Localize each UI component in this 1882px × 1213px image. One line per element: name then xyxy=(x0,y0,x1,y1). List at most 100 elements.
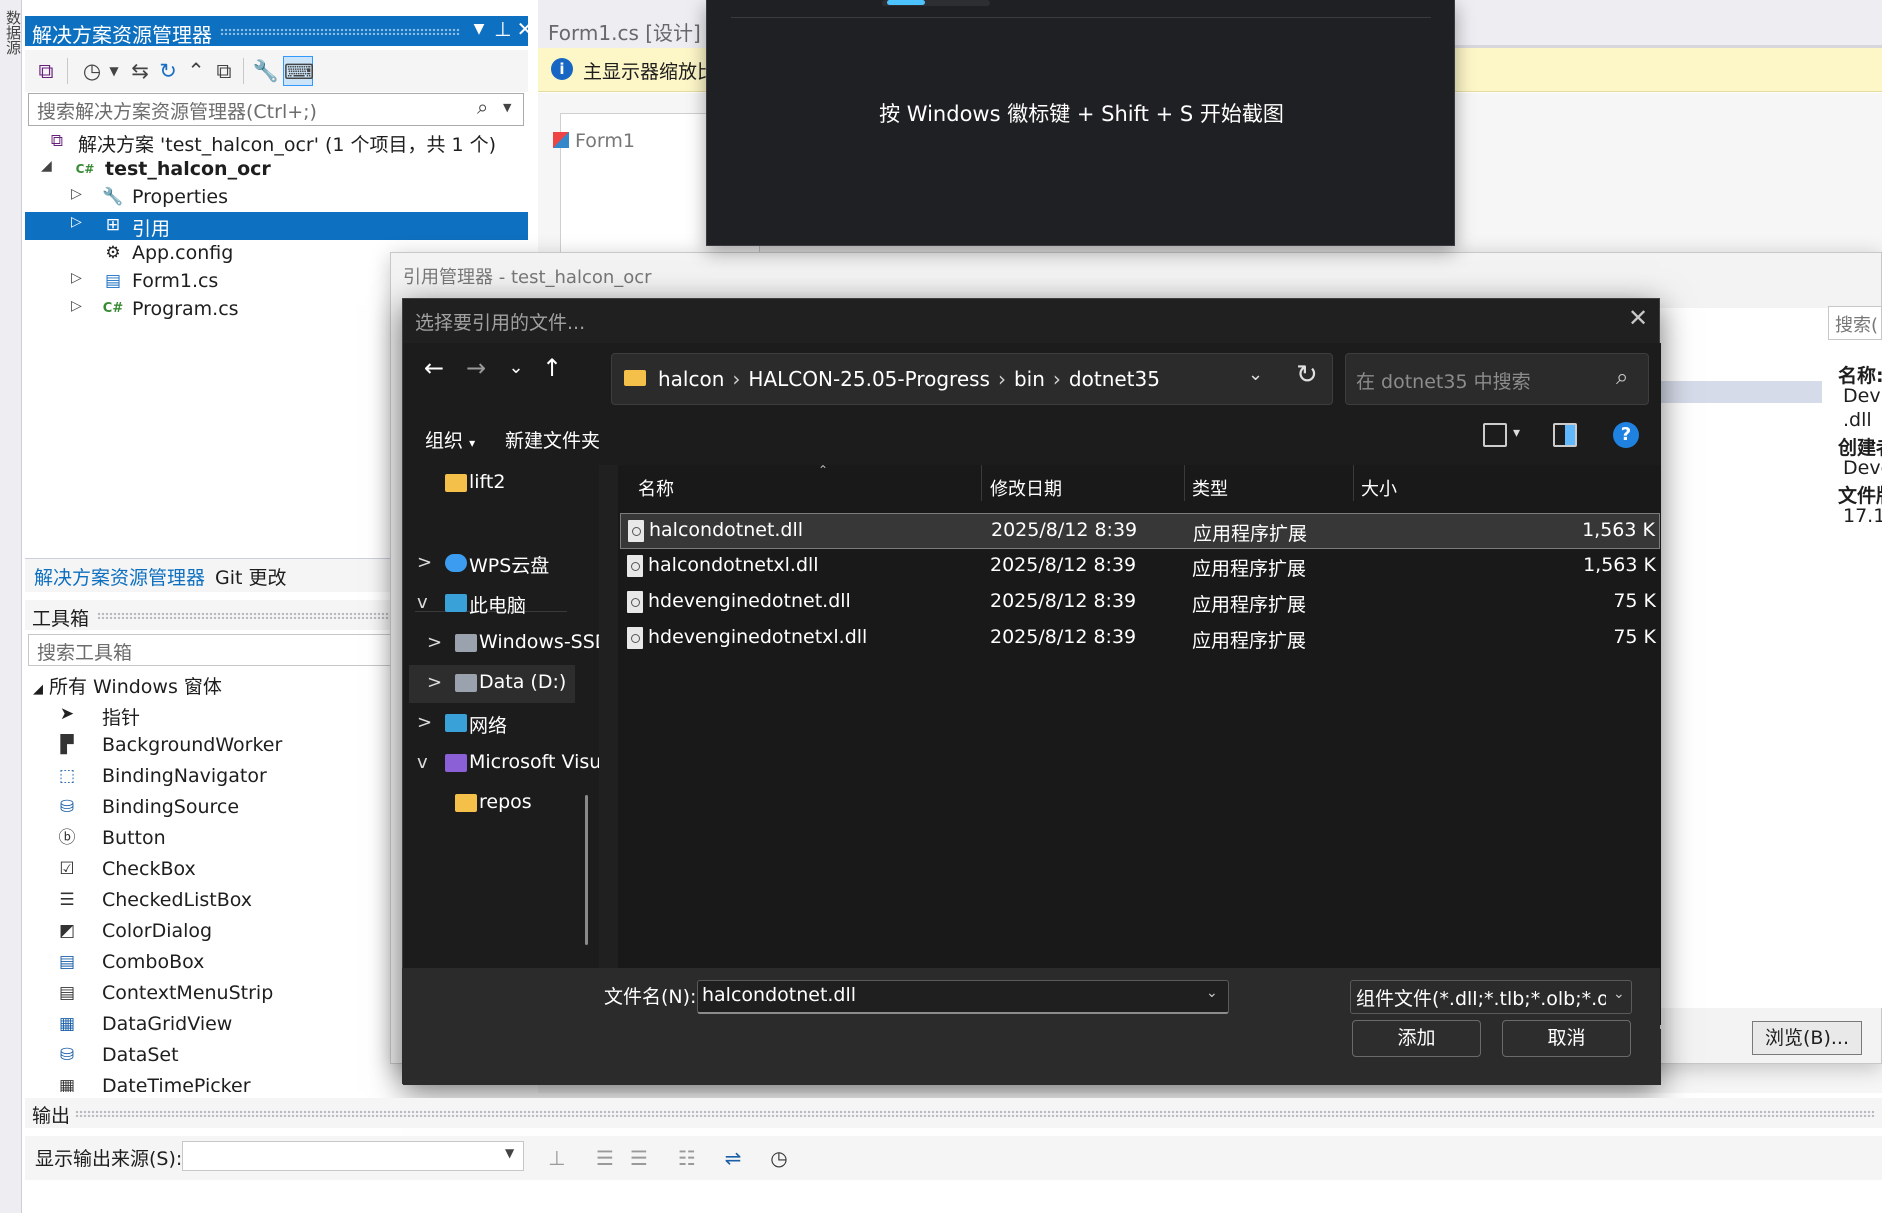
address-dropdown-icon[interactable]: ⌄ xyxy=(1248,364,1263,385)
reference-search-input[interactable]: 搜索( xyxy=(1828,306,1882,340)
new-folder-button[interactable]: 新建文件夹 xyxy=(505,426,600,453)
toolbox-item-label: DateTimePicker xyxy=(102,1075,251,1092)
organize-button[interactable]: 组织 ▾ xyxy=(425,426,475,453)
tree-solution-node[interactable]: ⧉ 解决方案 'test_halcon_ocr' (1 个项目，共 1 个) xyxy=(25,128,528,156)
chevron-right-icon[interactable]: > xyxy=(427,632,442,653)
drive-icon xyxy=(455,634,477,652)
refresh-icon[interactable]: ↻ xyxy=(153,56,183,86)
info-version-label: 文件版 xyxy=(1838,485,1882,507)
toolbox-group-header[interactable]: ◢ 所有 Windows 窗体 xyxy=(33,672,222,699)
column-header-name[interactable]: 名称 xyxy=(638,475,674,501)
sync-icon[interactable]: ⇆ xyxy=(125,56,155,86)
word-wrap-icon[interactable]: ⇌ xyxy=(720,1145,746,1171)
show-all-files-icon[interactable]: ⧉ xyxy=(209,56,239,86)
solution-explorer-search-input[interactable]: 搜索解决方案资源管理器(Ctrl+;) ⌕ ▼ xyxy=(28,93,524,126)
snipping-hint-text: 按 Windows 徽标键 + Shift + S 开始截图 xyxy=(879,102,1284,126)
forward-arrow-icon[interactable]: → xyxy=(459,353,493,387)
properties-wrench-icon[interactable]: 🔧 xyxy=(251,56,281,86)
timestamp-icon[interactable]: ◷ xyxy=(766,1145,792,1171)
collapsed-arrow-icon[interactable]: ▷ xyxy=(71,298,82,314)
toolbox-search-input[interactable]: 搜索工具箱 xyxy=(28,634,398,666)
file-date: 2025/8/12 8:39 xyxy=(991,519,1138,541)
filetype-value: 组件文件(*.dll;*.tlb;*.olb;*.ocx;* xyxy=(1356,988,1606,1010)
file-row[interactable]: hdevenginedotnetxl.dll 2025/8/12 8:39 应用… xyxy=(620,621,1660,657)
vs-switch-views-icon[interactable]: ⧉ xyxy=(31,56,61,86)
drive-icon xyxy=(455,674,477,692)
address-bar[interactable]: halcon › HALCON-25.05-Progress › bin › dotnet3… xyxy=(611,353,1333,405)
dropdown-icon[interactable]: ▼ xyxy=(467,21,491,37)
tab-solution-explorer[interactable]: 解决方案资源管理器 xyxy=(34,563,205,590)
filetype-select[interactable]: 组件文件(*.dll;*.tlb;*.olb;*.ocx;* ⌄ xyxy=(1350,980,1632,1014)
browse-button[interactable]: 浏览(B)... xyxy=(1752,1021,1862,1055)
recent-locations-chevron-icon[interactable]: ⌄ xyxy=(499,353,533,387)
file-row[interactable]: hdevenginedotnet.dll 2025/8/12 8:39 应用程序… xyxy=(620,585,1660,621)
breadcrumb-item[interactable]: bin xyxy=(1014,367,1045,391)
back-arrow-icon[interactable]: ← xyxy=(417,353,451,387)
nav-scrollbar[interactable] xyxy=(585,795,588,945)
nav-item-lift2[interactable]: lift2 xyxy=(403,465,599,503)
breadcrumb-item[interactable]: halcon xyxy=(658,367,724,391)
chevron-right-icon[interactable]: > xyxy=(417,552,432,573)
close-icon[interactable]: ✕ xyxy=(1625,304,1651,332)
info-icon: i xyxy=(551,58,573,80)
close-icon[interactable]: ✕ xyxy=(513,17,537,41)
nav-item-wps-cloud[interactable]: > WPS云盘 xyxy=(403,545,599,583)
tree-item-references[interactable]: ▷ ⊞ 引用 xyxy=(25,212,528,240)
nav-item-this-pc[interactable]: v 此电脑 xyxy=(403,585,599,623)
group-label: 所有 Windows 窗体 xyxy=(49,676,222,698)
chevron-down-icon[interactable]: v xyxy=(417,592,428,613)
preview-pane-icon[interactable] xyxy=(1553,423,1577,447)
column-header-size[interactable]: 大小 xyxy=(1361,475,1397,501)
column-header-date[interactable]: 修改日期 xyxy=(990,475,1062,501)
file-row[interactable]: halcondotnet.dll 2025/8/12 8:39 应用程序扩展 1… xyxy=(620,513,1660,549)
refresh-icon[interactable]: ↻ xyxy=(1296,360,1318,390)
up-arrow-icon[interactable]: ↑ xyxy=(535,353,569,387)
view-dropdown-icon[interactable]: ▾ xyxy=(1513,425,1520,441)
chevron-right-icon[interactable]: > xyxy=(427,672,442,693)
output-source-select[interactable]: ▼ xyxy=(182,1141,524,1171)
nav-item-data-d[interactable]: > Data (D:) xyxy=(409,665,575,703)
nav-item-network[interactable]: > 网络 xyxy=(403,705,599,743)
chevron-down-icon[interactable]: v xyxy=(417,752,428,773)
tab-form1-designer[interactable]: Form1.cs [设计] xyxy=(538,12,710,48)
expanded-arrow-icon[interactable]: ◢ xyxy=(41,158,52,174)
pin-icon[interactable]: ⊥ xyxy=(491,17,515,41)
dll-file-icon xyxy=(627,555,643,577)
cancel-button[interactable]: 取消 xyxy=(1502,1020,1631,1057)
collapsed-arrow-icon[interactable]: ▷ xyxy=(71,186,82,202)
breadcrumb-item[interactable]: dotnet35 xyxy=(1069,367,1160,391)
nav-item-windows-ssd[interactable]: > Windows-SSD xyxy=(403,625,599,663)
search-options-icon[interactable]: ▼ xyxy=(503,101,511,114)
help-icon[interactable]: ? xyxy=(1613,422,1639,448)
nav-item-visual-studio[interactable]: v Microsoft Visua xyxy=(403,745,599,783)
toolbar-separator xyxy=(67,58,68,84)
file-name: halcondotnet.dll xyxy=(649,519,804,541)
breadcrumb-item[interactable]: HALCON-25.05-Progress xyxy=(748,367,990,391)
tab-git-changes[interactable]: Git 更改 xyxy=(215,563,287,590)
collapse-all-icon[interactable]: ⌃ xyxy=(181,56,211,86)
column-divider[interactable] xyxy=(1353,465,1354,501)
search-icon[interactable]: ⌕ xyxy=(477,95,488,119)
find-message-icon[interactable]: ⊥ xyxy=(544,1145,570,1171)
column-divider[interactable] xyxy=(1184,465,1185,501)
clear-all-icon[interactable]: ☷ xyxy=(674,1145,700,1171)
column-header-type[interactable]: 类型 xyxy=(1192,475,1228,501)
tree-item-properties[interactable]: ▷ 🔧 Properties xyxy=(25,184,528,212)
chevron-down-icon[interactable]: ⌄ xyxy=(1206,985,1218,1001)
collapsed-arrow-icon[interactable]: ▷ xyxy=(71,214,82,230)
chevron-right-icon[interactable]: > xyxy=(417,712,432,733)
collapsed-arrow-icon[interactable]: ▷ xyxy=(71,270,82,286)
filename-input[interactable]: halcondotnet.dll ⌄ xyxy=(697,980,1229,1014)
add-button[interactable]: 添加 xyxy=(1352,1020,1481,1057)
column-divider[interactable] xyxy=(981,465,982,501)
preview-selected-icon[interactable]: ⌨ xyxy=(283,56,314,86)
file-row[interactable]: halcondotnetxl.dll 2025/8/12 8:39 应用程序扩展… xyxy=(620,549,1660,585)
next-message-icon[interactable]: ☰ xyxy=(626,1145,652,1171)
view-options-icon[interactable] xyxy=(1483,423,1507,447)
folder-search-input[interactable]: 在 dotnet35 中搜索 ⌕ xyxy=(1345,353,1649,405)
previous-message-icon[interactable]: ☰ xyxy=(592,1145,618,1171)
tree-project-node[interactable]: ◢ C# test_halcon_ocr xyxy=(25,156,528,184)
checkbox-icon: ☑ xyxy=(59,859,75,879)
data-sources-side-tab[interactable]: 数据源 xyxy=(0,0,22,1213)
nav-item-repos[interactable]: repos xyxy=(403,785,599,823)
